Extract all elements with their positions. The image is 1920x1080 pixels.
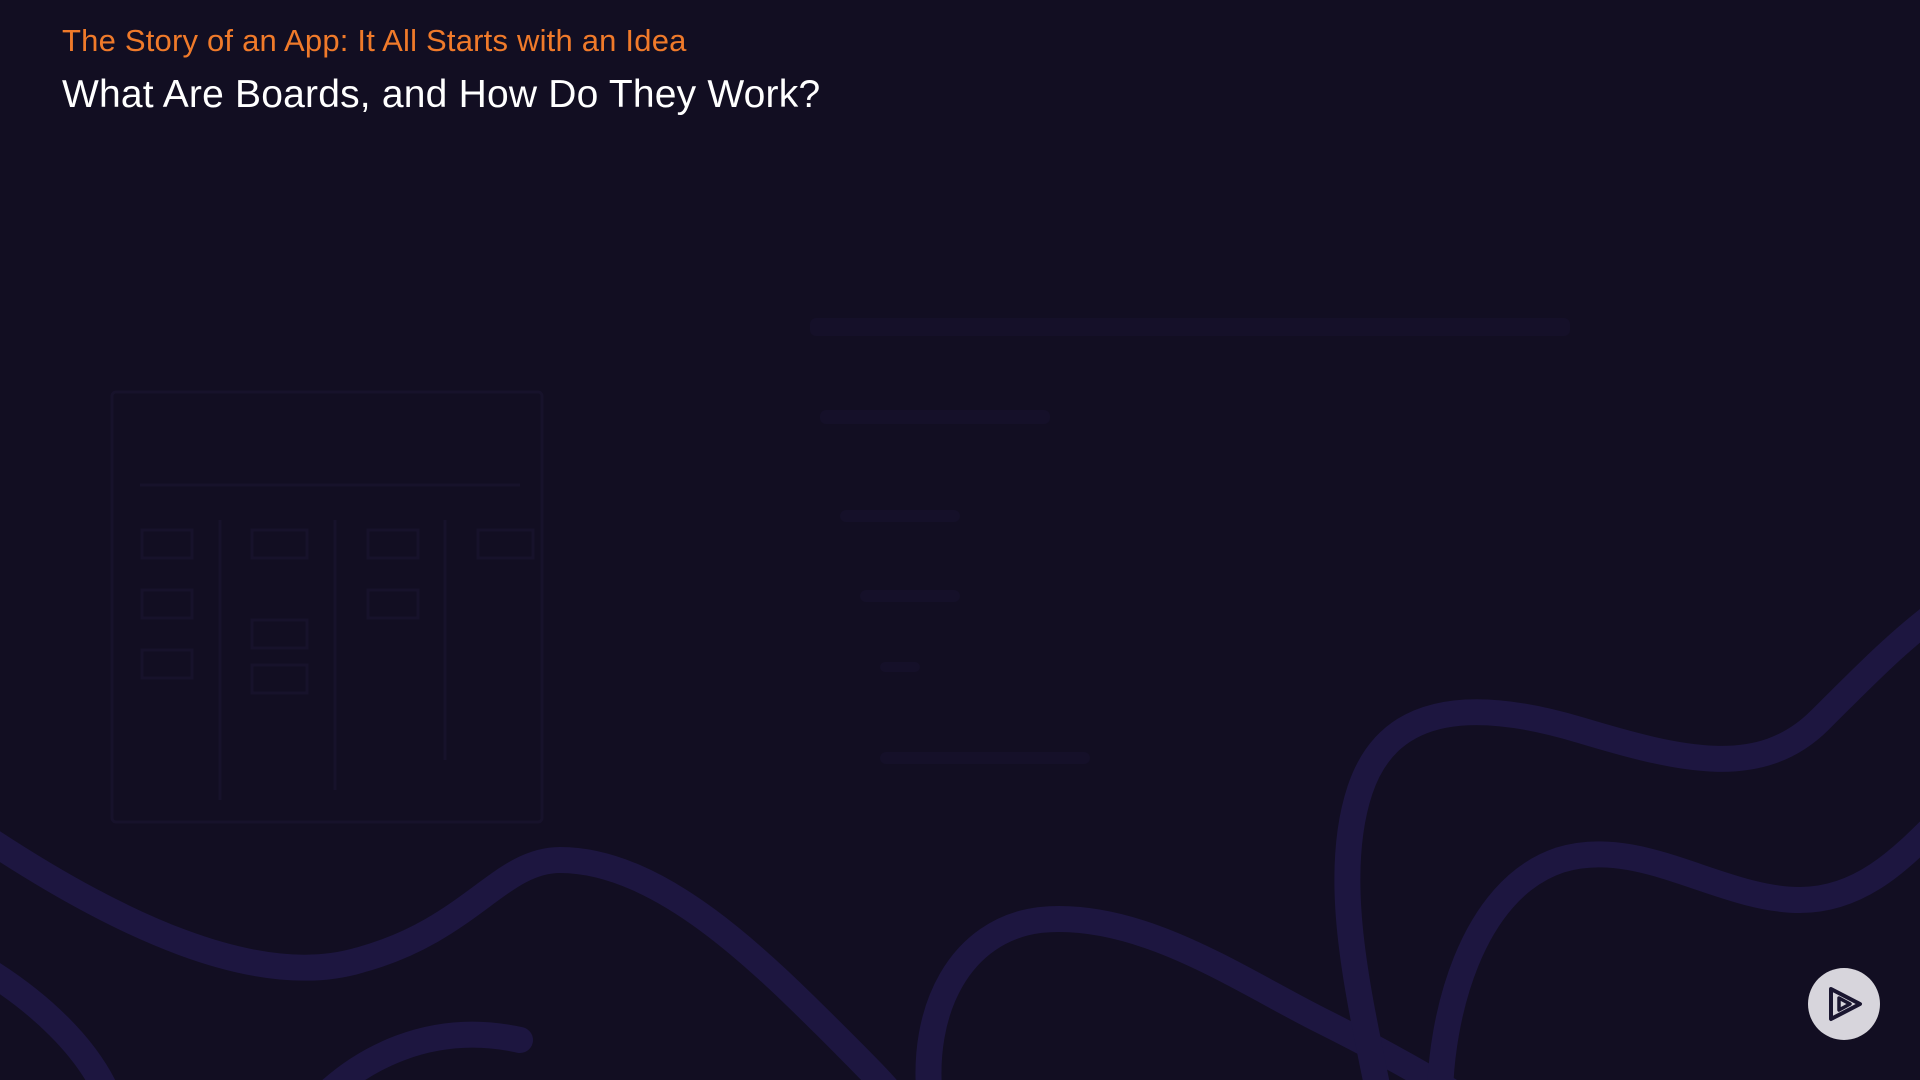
slide-stage: The Story of an App: It All Starts with … <box>0 0 1920 1080</box>
play-button[interactable] <box>1808 968 1880 1040</box>
play-logo-icon <box>1829 987 1862 1021</box>
faded-board-illustration <box>110 318 1570 824</box>
slide-header: The Story of an App: It All Starts with … <box>62 22 820 118</box>
course-subtitle: The Story of an App: It All Starts with … <box>62 23 687 58</box>
slide-title: What Are Boards, and How Do They Work? <box>62 73 821 116</box>
